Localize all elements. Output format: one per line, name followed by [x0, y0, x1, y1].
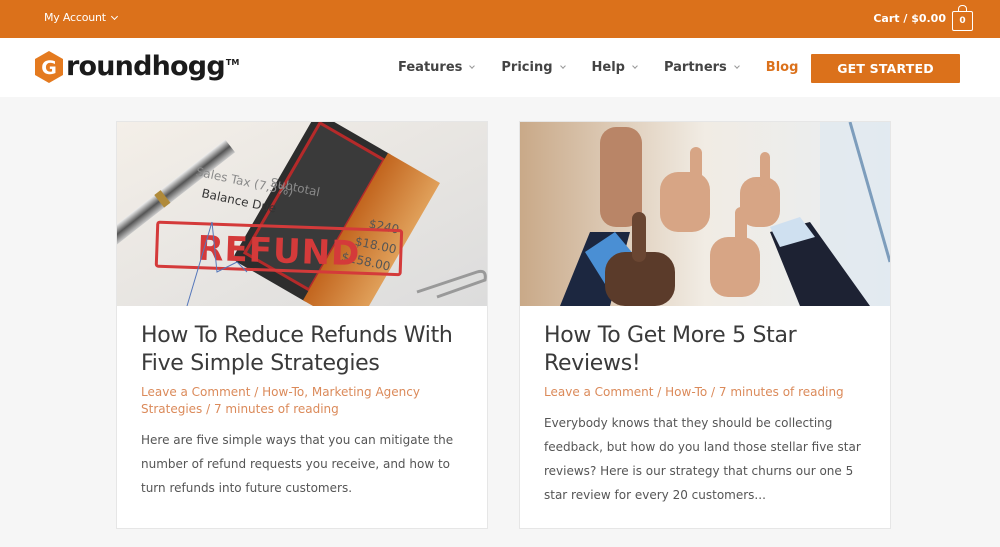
nav-label: Blog: [765, 60, 799, 75]
top-bar: My Account Cart / $0.00 0: [0, 0, 1000, 38]
reading-time: 7 minutes of reading: [213, 401, 339, 416]
site-header: G roundhogg TM Features Pricing Help Par…: [0, 38, 1000, 97]
separator: /: [250, 385, 263, 399]
separator: /: [202, 401, 214, 416]
get-started-button[interactable]: GET STARTED: [811, 54, 960, 83]
reading-time: 7 minutes of reading: [718, 385, 844, 399]
post-meta: Leave a Comment / How-To / 7 minutes of …: [544, 384, 874, 401]
my-account-menu[interactable]: My Account: [44, 11, 118, 24]
logo-text: roundhogg: [66, 51, 226, 82]
nav-label: Features: [398, 60, 463, 75]
nav-label: Help: [591, 60, 625, 75]
nav-item-pricing[interactable]: Pricing: [501, 60, 566, 75]
my-account-label: My Account: [44, 11, 106, 24]
post-title[interactable]: How To Reduce Refunds With Five Simple S…: [141, 322, 471, 378]
main-nav: Features Pricing Help Partners Blog: [398, 60, 825, 75]
post-thumbnail-thumbs-up[interactable]: [520, 122, 890, 306]
refund-stamp-text: REFUND: [197, 229, 361, 275]
site-logo[interactable]: G roundhogg TM: [33, 50, 239, 84]
chevron-down-icon: [632, 63, 638, 69]
post-thumbnail-refund[interactable]: Subtotal Sales Tax (7,5%) Balance Due $2…: [117, 122, 487, 306]
leave-comment-link[interactable]: Leave a Comment: [141, 385, 250, 399]
blog-post-card: Subtotal Sales Tax (7,5%) Balance Due $2…: [116, 121, 488, 529]
logo-hexagon-icon: G: [33, 50, 65, 84]
blog-post-card: How To Get More 5 Star Reviews! Leave a …: [519, 121, 891, 529]
chevron-down-icon: [110, 12, 118, 20]
nav-item-blog[interactable]: Blog: [766, 60, 799, 75]
post-title[interactable]: How To Get More 5 Star Reviews!: [544, 322, 874, 378]
cart-total: Cart / $0.00: [873, 12, 946, 25]
cart-link[interactable]: Cart / $0.00 0: [873, 5, 973, 31]
nav-item-help[interactable]: Help: [591, 60, 638, 75]
logo-letter: G: [41, 57, 57, 79]
nav-item-partners[interactable]: Partners: [663, 60, 740, 75]
chevron-down-icon: [559, 63, 566, 69]
separator: /: [707, 385, 719, 399]
leave-comment-link[interactable]: Leave a Comment: [544, 385, 653, 399]
chevron-down-icon: [733, 63, 740, 69]
post-excerpt: Here are five simple ways that you can m…: [141, 433, 454, 495]
category-link[interactable]: How-To: [665, 385, 707, 399]
nav-label: Partners: [663, 60, 727, 75]
category-link[interactable]: How-To: [262, 385, 304, 399]
post-meta: Leave a Comment / How-To, Marketing Agen…: [141, 384, 471, 417]
post-excerpt: Everybody knows that they should be coll…: [544, 416, 861, 502]
nav-item-features[interactable]: Features: [398, 60, 476, 75]
shopping-bag-icon: 0: [952, 5, 973, 31]
cart-count: 0: [959, 16, 966, 26]
separator: ,: [304, 385, 312, 399]
nav-label: Pricing: [501, 60, 553, 75]
separator: /: [653, 385, 666, 399]
chevron-down-icon: [469, 63, 476, 69]
logo-trademark: TM: [225, 58, 240, 67]
